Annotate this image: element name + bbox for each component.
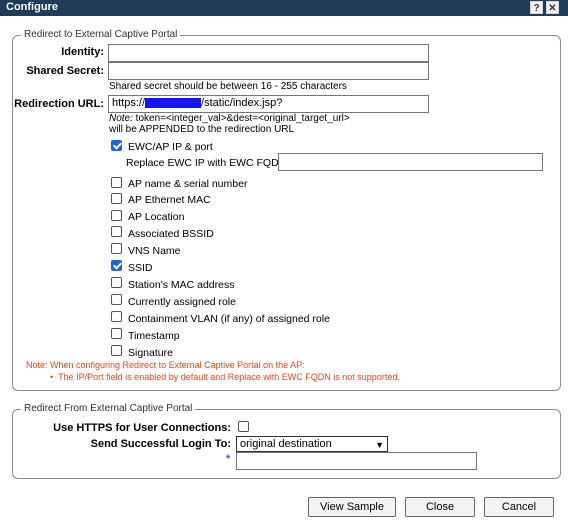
ap-note-bullet: The IP/Port field is enabled by default … — [58, 372, 400, 382]
timestamp-checkbox[interactable] — [111, 328, 122, 339]
station-mac-checkbox[interactable] — [111, 277, 122, 288]
url-prefix: https:// — [112, 97, 146, 109]
redirect-from-legend: Redirect From External Captive Portal — [21, 403, 196, 414]
ssid-checkbox[interactable] — [111, 260, 122, 271]
title-bar: Configure ? ✕ — [0, 0, 568, 16]
help-icon[interactable]: ? — [530, 1, 543, 14]
timestamp-label: Timestamp — [128, 330, 180, 342]
vns-name-label: VNS Name — [128, 245, 181, 257]
ewc-ap-ip-port-label: EWC/AP IP & port — [128, 141, 213, 153]
identity-label: Identity: — [61, 46, 104, 58]
use-https-label: Use HTTPS for User Connections: — [53, 422, 231, 434]
url-suffix: /static/index.jsp? — [201, 97, 283, 109]
secret-hint: Shared secret should be between 16 - 255… — [109, 81, 347, 92]
signature-label: Signature — [128, 347, 173, 359]
chevron-down-icon: ▼ — [375, 440, 384, 450]
close-window-icon[interactable]: ✕ — [546, 1, 559, 14]
token-note-line1: token=<integer_val>&dest=<original_targe… — [132, 113, 350, 124]
ap-name-serial-label: AP name & serial number — [128, 178, 248, 190]
ewc-ap-ip-port-checkbox[interactable] — [111, 140, 122, 151]
signature-checkbox[interactable] — [111, 345, 122, 356]
send-login-select[interactable]: original destination ▼ — [236, 436, 388, 452]
associated-bssid-label: Associated BSSID — [128, 228, 214, 240]
use-https-checkbox[interactable] — [238, 421, 249, 432]
ap-name-serial-checkbox[interactable] — [111, 177, 122, 188]
replace-fqdn-input[interactable] — [278, 153, 543, 171]
ap-note: Note: When configuring Redirect to Exter… — [26, 360, 305, 370]
send-login-label: Send Successful Login To: — [90, 438, 231, 450]
redirect-to-legend: Redirect to External Captive Portal — [21, 29, 181, 40]
view-sample-button[interactable]: View Sample — [308, 497, 396, 517]
close-button[interactable]: Close — [405, 497, 475, 517]
ap-ethernet-mac-checkbox[interactable] — [111, 193, 122, 204]
redirection-url-input[interactable]: https:// /static/index.jsp? — [108, 95, 429, 113]
containment-vlan-label: Containment VLAN (if any) of assigned ro… — [128, 313, 330, 325]
redirection-url-label: Redirection URL: — [14, 98, 104, 110]
ap-note-bullet-item: • The IP/Port field is enabled by defaul… — [50, 372, 400, 382]
required-mark: * — [226, 453, 231, 465]
vns-name-checkbox[interactable] — [111, 243, 122, 254]
token-note-prefix: Note: — [109, 113, 133, 124]
ap-ethernet-mac-label: AP Ethernet MAC — [128, 194, 211, 206]
bullet-icon: • — [50, 372, 59, 382]
containment-vlan-checkbox[interactable] — [111, 311, 122, 322]
shared-secret-input[interactable] — [108, 62, 429, 80]
ssid-label: SSID — [128, 262, 153, 274]
replace-fqdn-label: Replace EWC IP with EWC FQDN: — [126, 157, 290, 169]
ap-location-label: AP Location — [128, 211, 185, 223]
assigned-role-checkbox[interactable] — [111, 294, 122, 305]
redacted-host — [145, 98, 202, 109]
assigned-role-label: Currently assigned role — [128, 296, 236, 308]
token-note-line2: will be APPENDED to the redirection URL — [109, 124, 295, 135]
identity-input[interactable] — [108, 44, 429, 62]
station-mac-label: Station's MAC address — [128, 279, 235, 291]
ap-location-checkbox[interactable] — [111, 210, 122, 221]
window-title: Configure — [6, 1, 58, 13]
associated-bssid-checkbox[interactable] — [111, 226, 122, 237]
send-login-value: original destination — [240, 438, 332, 450]
shared-secret-label: Shared Secret: — [26, 65, 104, 77]
cancel-button[interactable]: Cancel — [484, 497, 554, 517]
redirect-extra-input[interactable] — [236, 452, 477, 470]
token-note: Note: token=<integer_val>&dest=<original… — [109, 113, 350, 124]
